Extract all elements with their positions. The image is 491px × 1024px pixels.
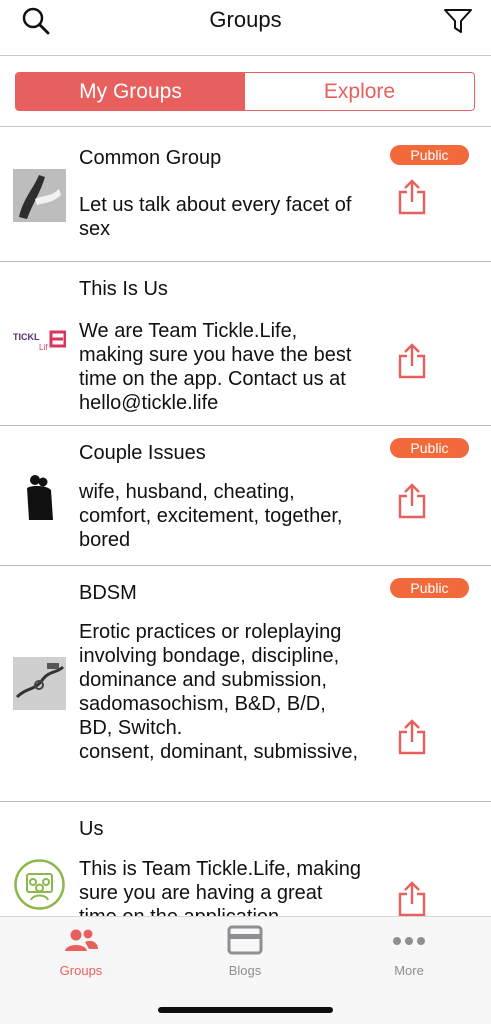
group-name: This Is Us [79, 278, 168, 300]
public-badge: Public [390, 578, 469, 598]
groups-icon [65, 929, 98, 951]
tab-more-label: More [394, 963, 424, 978]
group-name: Us [79, 818, 104, 840]
groups-segmented-control: My Groups Explore [15, 72, 475, 111]
group-name: Couple Issues [79, 442, 206, 464]
tab-my-groups[interactable]: My Groups [16, 73, 245, 110]
tab-more[interactable]: More [349, 917, 469, 987]
tab-explore[interactable]: Explore [245, 73, 474, 110]
group-row[interactable]: Couple Issues wife, husband, cheating, c… [0, 426, 491, 566]
group-name: Common Group [79, 147, 222, 169]
share-icon[interactable] [396, 719, 428, 755]
tab-blogs-label: Blogs [228, 963, 262, 978]
group-row[interactable]: TICKL Lif This Is Us We are Team Tickle.… [0, 262, 491, 426]
group-description: wife, husband, cheating, comfort, excite… [79, 481, 343, 551]
tab-blogs[interactable]: Blogs [185, 917, 305, 987]
group-avatar-icon [14, 859, 65, 910]
share-icon[interactable] [396, 483, 428, 519]
blogs-icon [227, 925, 263, 955]
share-icon[interactable] [396, 881, 428, 916]
share-icon[interactable] [396, 343, 428, 379]
group-description: We are Team Tickle.Life, making sure you… [79, 320, 352, 414]
tab-groups[interactable]: Groups [21, 917, 141, 987]
group-description: Erotic practices or roleplaying involvin… [79, 621, 359, 763]
home-indicator [158, 1007, 333, 1013]
page-title: Groups [209, 7, 282, 32]
group-row[interactable]: Common Group Let us talk about every fac… [0, 127, 491, 262]
group-thumbnail: TICKL Lif [13, 316, 66, 369]
group-description: Let us talk about every facet of sex [79, 194, 352, 240]
group-row[interactable]: BDSM Erotic practices or roleplaying inv… [0, 566, 491, 802]
share-icon[interactable] [396, 179, 428, 215]
group-description: This is Team Tickle.Life, making sure yo… [79, 858, 361, 916]
svg-text:TICKL: TICKL [13, 332, 40, 342]
group-thumbnail [13, 470, 66, 523]
public-badge: Public [390, 438, 469, 458]
app-header: Groups [0, 0, 491, 56]
svg-text:Lif: Lif [39, 343, 48, 352]
filter-icon[interactable] [442, 6, 474, 36]
group-thumbnail [13, 657, 66, 710]
group-name: BDSM [79, 582, 137, 604]
more-icon [393, 937, 425, 945]
group-row[interactable]: Us This is Team Tickle.Life, making sure… [0, 802, 491, 916]
group-list: Common Group Let us talk about every fac… [0, 126, 491, 916]
public-badge: Public [390, 145, 469, 165]
group-thumbnail [13, 169, 66, 222]
tab-groups-label: Groups [59, 963, 103, 978]
